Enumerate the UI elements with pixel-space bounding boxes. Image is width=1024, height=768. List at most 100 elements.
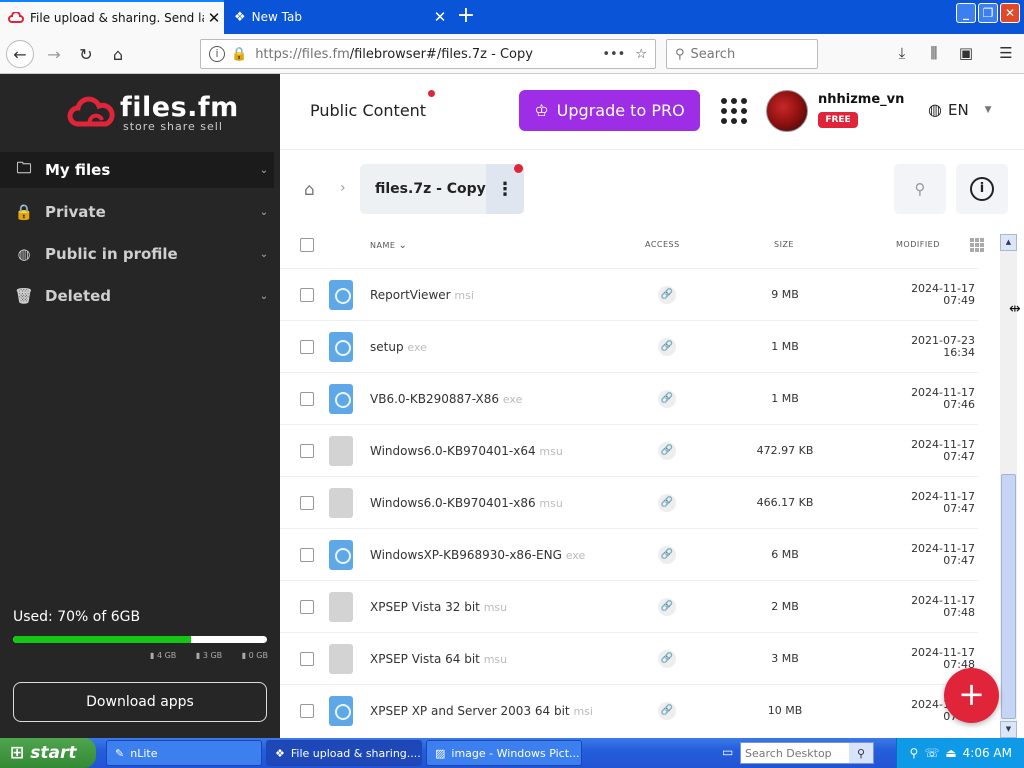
- column-name-header[interactable]: NAME ⌄: [370, 240, 407, 251]
- file-name[interactable]: Windows6.0-KB970401-x86 msu: [370, 496, 563, 510]
- language-selector[interactable]: ◍ EN ▼: [928, 100, 992, 119]
- row-checkbox[interactable]: [300, 704, 314, 718]
- table-row[interactable]: WindowsXP-KB968930-x86-ENG exe 🔗 6 MB 2024-…: [280, 528, 978, 580]
- file-name[interactable]: XPSEP Vista 32 bit msu: [370, 600, 507, 614]
- application-file-icon: [329, 540, 353, 570]
- row-checkbox[interactable]: [300, 652, 314, 666]
- new-tab-button[interactable]: +: [453, 4, 479, 30]
- username[interactable]: nhhizme_vn: [818, 92, 904, 107]
- bookmark-star-icon[interactable]: ☆: [635, 47, 647, 62]
- sidebar-item-deleted[interactable]: 🗑 Deleted ⌄: [0, 278, 274, 314]
- computer-icon[interactable]: ▭: [722, 745, 733, 759]
- column-size-header[interactable]: SIZE: [774, 240, 794, 249]
- chevron-down-icon[interactable]: ⌄: [254, 207, 274, 218]
- chevron-down-icon[interactable]: ⌄: [254, 291, 274, 302]
- window-close-button[interactable]: ✕: [1000, 3, 1020, 23]
- download-icon[interactable]: ⤓: [892, 44, 912, 64]
- select-all-checkbox[interactable]: [300, 238, 314, 252]
- public-content-link[interactable]: Public Content: [310, 101, 426, 120]
- taskbar-item-picture-viewer[interactable]: ▨ image - Windows Pict...: [426, 740, 582, 766]
- table-row[interactable]: setup exe 🔗 1 MB 2021-07-23 16:34: [280, 320, 978, 372]
- sidebar-item-private[interactable]: 🔒 Private ⌄: [0, 194, 274, 230]
- table-row[interactable]: Windows6.0-KB970401-x86 msu 🔗 466.17 KB 202…: [280, 476, 978, 528]
- table-row[interactable]: XPSEP XP and Server 2003 64 bit msi 🔗 10 M…: [280, 684, 978, 736]
- home-button[interactable]: ⌂: [104, 40, 132, 68]
- file-name[interactable]: WindowsXP-KB968930-x86-ENG exe: [370, 548, 585, 562]
- table-row[interactable]: XPSEP Vista 64 bit msu 🔗 3 MB 2024-11-17 07:…: [280, 632, 978, 684]
- link-access-icon[interactable]: 🔗: [658, 338, 676, 356]
- scroll-thumb[interactable]: [1001, 474, 1016, 719]
- reload-button[interactable]: ↻: [72, 40, 100, 68]
- scroll-down-button[interactable]: ▼: [1000, 721, 1017, 738]
- page-actions-icon[interactable]: •••: [602, 47, 625, 62]
- scroll-up-button[interactable]: ▲: [1000, 234, 1017, 251]
- row-checkbox[interactable]: [300, 600, 314, 614]
- link-access-icon[interactable]: 🔗: [658, 390, 676, 408]
- home-crumb-icon[interactable]: ⌂: [304, 180, 315, 200]
- upgrade-to-pro-button[interactable]: ♔ Upgrade to PRO: [519, 90, 700, 131]
- file-name[interactable]: XPSEP Vista 64 bit msu: [370, 652, 507, 666]
- start-button[interactable]: ⊞ start: [0, 738, 96, 768]
- file-name[interactable]: ReportViewer msi: [370, 288, 474, 302]
- current-folder-crumb[interactable]: files.7z - Copy ⋮: [360, 164, 524, 214]
- close-tab-icon[interactable]: ✕: [430, 8, 450, 26]
- link-access-icon[interactable]: 🔗: [658, 650, 676, 668]
- menu-icon[interactable]: ☰: [996, 44, 1016, 64]
- link-access-icon[interactable]: 🔗: [658, 442, 676, 460]
- row-checkbox[interactable]: [300, 392, 314, 406]
- table-row[interactable]: ReportViewer msi 🔗 9 MB 2024-11-17 07:49: [280, 268, 978, 320]
- tab-new-tab[interactable]: ❖ New Tab ✕: [226, 0, 450, 34]
- file-name[interactable]: VB6.0-KB290887-X86 exe: [370, 392, 522, 406]
- sidebar-item-label: Deleted: [45, 287, 112, 305]
- site-info-icon[interactable]: i: [209, 46, 225, 62]
- table-row[interactable]: XPSEP Vista 32 bit msu 🔗 2 MB 2024-11-17 07:…: [280, 580, 978, 632]
- avatar[interactable]: [766, 90, 808, 132]
- url-bar[interactable]: i 🔒 https://files.fm/filebrowser#/files.…: [200, 39, 656, 69]
- file-extension: msu: [483, 601, 508, 614]
- network-icon[interactable]: ☏: [924, 746, 939, 760]
- row-checkbox[interactable]: [300, 548, 314, 562]
- search-files-button[interactable]: ⚲: [894, 164, 946, 214]
- row-checkbox[interactable]: [300, 444, 314, 458]
- add-fab-button[interactable]: +: [944, 668, 999, 723]
- close-tab-icon[interactable]: ✕: [204, 9, 224, 27]
- link-access-icon[interactable]: 🔗: [658, 286, 676, 304]
- sidebar-item-my-files[interactable]: 🗀 My files ⌄: [0, 152, 274, 188]
- browser-search-field[interactable]: ⚲ Search: [666, 39, 818, 69]
- row-checkbox[interactable]: [300, 496, 314, 510]
- taskbar-item-nlite[interactable]: ✎ nLite: [106, 740, 262, 766]
- download-apps-button[interactable]: Download apps: [13, 682, 267, 722]
- file-modified: 2024-11-17 07:47: [911, 438, 975, 463]
- row-checkbox[interactable]: [300, 340, 314, 354]
- link-access-icon[interactable]: 🔗: [658, 598, 676, 616]
- link-access-icon[interactable]: 🔗: [658, 702, 676, 720]
- back-button[interactable]: ←: [6, 40, 34, 68]
- info-button[interactable]: i: [956, 164, 1008, 214]
- link-access-icon[interactable]: 🔗: [658, 546, 676, 564]
- minimize-button[interactable]: _: [956, 3, 976, 23]
- sidebar-item-public-in-profile[interactable]: ◍ Public in profile ⌄: [0, 236, 274, 272]
- row-checkbox[interactable]: [300, 288, 314, 302]
- taskbar-item-firefox[interactable]: ❖ File upload & sharing....: [266, 740, 422, 766]
- forward-button[interactable]: →: [40, 40, 68, 68]
- tab-files-fm[interactable]: File upload & sharing. Send large f ✕: [0, 0, 224, 34]
- apps-grid-icon[interactable]: [721, 98, 747, 124]
- chevron-down-icon[interactable]: ⌄: [254, 249, 274, 260]
- file-name[interactable]: XPSEP XP and Server 2003 64 bit msi: [370, 704, 593, 718]
- safely-remove-icon[interactable]: ⏏: [945, 746, 956, 760]
- table-row[interactable]: VB6.0-KB290887-X86 exe 🔗 1 MB 2024-11-17 07:…: [280, 372, 978, 424]
- chevron-down-icon[interactable]: ⌄: [254, 165, 274, 176]
- file-name[interactable]: setup exe: [370, 340, 427, 354]
- files-fm-logo[interactable]: files.fm store share sell: [66, 92, 238, 133]
- file-name[interactable]: Windows6.0-KB970401-x64 msu: [370, 444, 563, 458]
- table-row[interactable]: Windows6.0-KB970401-x64 msu 🔗 472.97 KB 202…: [280, 424, 978, 476]
- tray-search-icon[interactable]: ⚲: [910, 746, 919, 760]
- library-icon[interactable]: ⫼: [924, 44, 944, 64]
- column-modified-header[interactable]: MODIFIED: [896, 240, 940, 249]
- grid-view-icon[interactable]: [970, 238, 984, 252]
- restore-button[interactable]: ❐: [978, 3, 998, 23]
- link-access-icon[interactable]: 🔗: [658, 494, 676, 512]
- search-icon[interactable]: ⚲: [849, 743, 873, 763]
- desktop-search-field[interactable]: Search Desktop ⚲: [740, 742, 874, 764]
- sidebar-toggle-icon[interactable]: ▣: [956, 44, 976, 64]
